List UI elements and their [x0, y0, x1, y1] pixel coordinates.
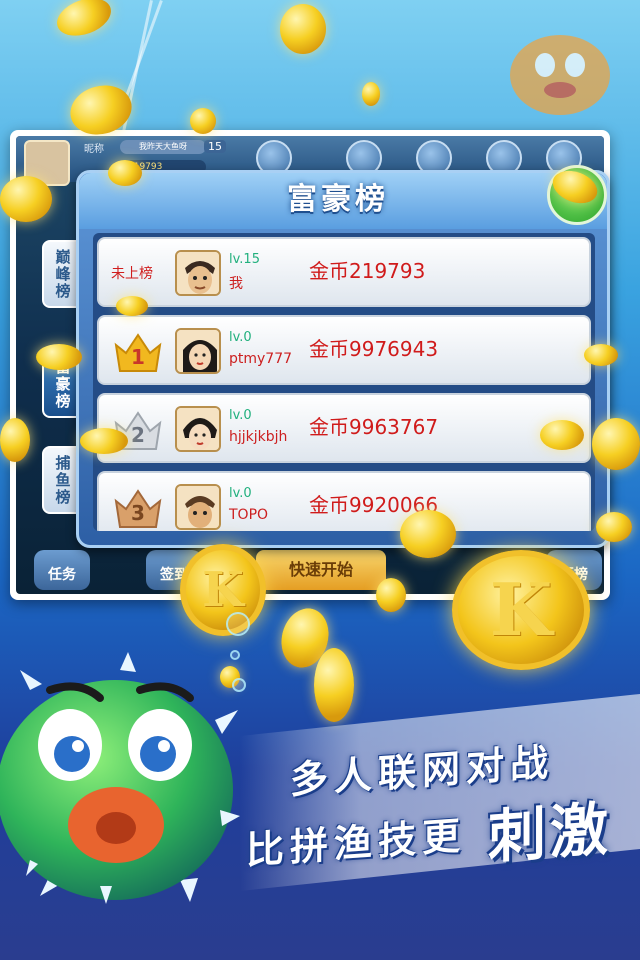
- leaderboard-list[interactable]: 未上榜 lv.15 我 金币219793 1 lv.0 ptmy777 金币99…: [93, 233, 595, 531]
- leaderboard-row: 2 lv.0 hjjkjkbjh 金币9963767: [97, 393, 591, 463]
- player-name: ptmy777: [229, 351, 293, 367]
- leaderboard-row: 3 lv.0 TOPO 金币9920066: [97, 471, 591, 531]
- male-avatar-icon: [177, 252, 219, 294]
- coin-amount: 金币9976943: [309, 337, 439, 361]
- player-name: 我: [229, 276, 243, 292]
- leaderboard-panel: 富豪榜 ✕ 未上榜 lv.15 我 金币219793: [76, 165, 610, 548]
- gold-coin-icon: [584, 344, 618, 366]
- gold-k-coin-icon: K: [452, 550, 590, 670]
- avatar: [175, 484, 221, 530]
- gold-k-coin-icon: K: [180, 544, 266, 636]
- pufferfish-background-icon: [510, 35, 610, 115]
- avatar: [175, 328, 221, 374]
- panel-title: 富豪榜: [287, 182, 389, 217]
- coin-amount: 金币219793: [309, 259, 426, 283]
- rank-number: 3: [131, 501, 145, 525]
- player-level: lv.0: [229, 330, 252, 345]
- male-avatar-icon: [177, 486, 219, 528]
- gold-coin-icon: [0, 176, 52, 222]
- player-level-badge: 15: [204, 140, 226, 153]
- gold-coin-icon: [540, 420, 584, 450]
- gold-coin-icon: [116, 296, 148, 316]
- gold-coin-icon: [280, 4, 326, 54]
- quick-start-button[interactable]: 快速开始: [256, 550, 386, 590]
- gold-crown-icon: 1: [113, 331, 163, 373]
- coin-amount: 金币9963767: [309, 415, 439, 439]
- avatar: [175, 406, 221, 452]
- player-level: lv.15: [229, 252, 260, 267]
- female-avatar-icon: [177, 330, 219, 372]
- avatar: [175, 250, 221, 296]
- gold-coin-icon: [376, 578, 406, 612]
- rank-number: 1: [131, 345, 145, 369]
- leaderboard-row: 1 lv.0 ptmy777 金币9976943: [97, 315, 591, 385]
- player-level: lv.0: [229, 486, 252, 501]
- gold-coin-icon: [51, 0, 117, 43]
- female-avatar-icon: [177, 408, 219, 450]
- gold-coin-icon: [190, 108, 216, 134]
- green-pufferfish-icon: [0, 652, 240, 904]
- gold-coin-icon: [400, 510, 456, 558]
- gold-coin-icon: [362, 82, 380, 106]
- gold-coin-icon: [592, 418, 640, 470]
- bubble-icon: [226, 612, 250, 636]
- bronze-crown-icon: 3: [113, 487, 163, 529]
- gold-coin-icon: [108, 160, 142, 186]
- player-name: hjjkjkbjh: [229, 429, 288, 445]
- nickname-label: 昵称: [84, 144, 104, 155]
- leaderboard-row-self: 未上榜 lv.15 我 金币219793: [97, 237, 591, 307]
- gold-coin-icon: [0, 418, 30, 462]
- slogan-line-3: 刺激: [488, 794, 613, 872]
- player-level: lv.0: [229, 408, 252, 423]
- gold-coin-icon: [80, 428, 128, 454]
- gold-coin-icon: [596, 512, 632, 542]
- nickname-value: 我昨天大鱼呀: [120, 140, 206, 154]
- gold-coin-icon: [36, 344, 82, 370]
- gold-coin-icon: [314, 648, 354, 722]
- player-name: TOPO: [229, 507, 269, 523]
- rank-label: 未上榜: [111, 266, 153, 282]
- task-button[interactable]: 任务: [34, 550, 90, 590]
